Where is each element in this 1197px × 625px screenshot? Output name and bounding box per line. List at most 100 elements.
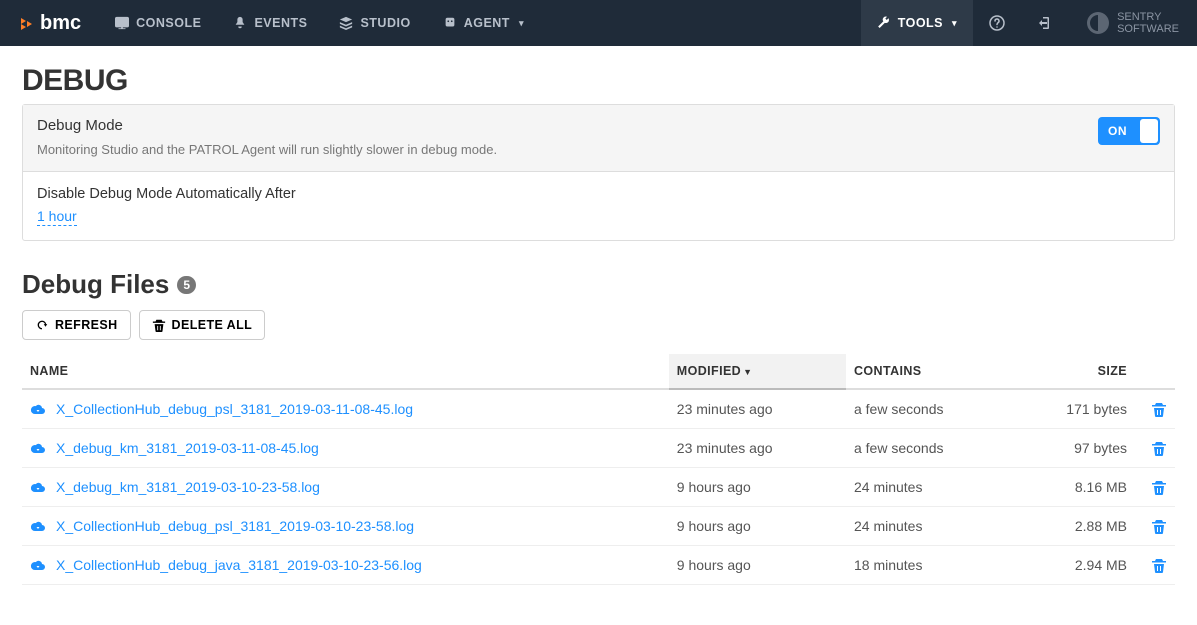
refresh-icon [35, 318, 49, 332]
logout-icon [1037, 15, 1053, 31]
nav-right: TOOLS ▾ SENTRY SOFTWARE [861, 0, 1197, 46]
bmc-logo-icon [18, 13, 34, 33]
col-size-header[interactable]: SIZE [1013, 354, 1135, 389]
table-row: X_CollectionHub_debug_psl_3181_2019-03-1… [22, 507, 1175, 546]
file-link[interactable]: X_CollectionHub_debug_java_3181_2019-03-… [56, 557, 422, 573]
debug-files-heading: Debug Files 5 [22, 269, 1175, 300]
sentry-logo-icon [1087, 12, 1109, 34]
delete-file-button[interactable] [1151, 440, 1167, 456]
download-icon[interactable] [30, 479, 46, 495]
auto-disable-label: Disable Debug Mode Automatically After [37, 186, 1160, 202]
delete-file-button[interactable] [1151, 479, 1167, 495]
bell-icon [233, 16, 247, 30]
layers-icon [339, 16, 353, 30]
brand-logo-text: bmc [40, 12, 81, 35]
nav-agent[interactable]: AGENT ▾ [427, 16, 540, 30]
file-modified-cell: 9 hours ago [669, 468, 846, 507]
debug-mode-toggle[interactable]: ON [1098, 117, 1160, 145]
page-body: DEBUG Debug Mode Monitoring Studio and t… [0, 46, 1197, 625]
nav-item-label: AGENT [464, 16, 510, 30]
table-row: X_debug_km_3181_2019-03-11-08-45.log 23 m… [22, 429, 1175, 468]
delete-file-button[interactable] [1151, 518, 1167, 534]
download-icon[interactable] [30, 518, 46, 534]
chevron-down-icon: ▾ [519, 18, 524, 29]
table-row: X_CollectionHub_debug_psl_3181_2019-03-1… [22, 389, 1175, 429]
refresh-button[interactable]: REFRESH [22, 310, 131, 340]
page-title: DEBUG [22, 64, 1175, 98]
col-modified-header[interactable]: MODIFIED▼ [669, 354, 846, 389]
nav-tools-label: TOOLS [898, 16, 943, 30]
nav-studio[interactable]: STUDIO [323, 16, 426, 30]
file-name-cell: X_debug_km_3181_2019-03-10-23-58.log [22, 468, 669, 507]
file-action-cell [1135, 507, 1175, 546]
file-size-cell: 2.88 MB [1013, 507, 1135, 546]
brand-logo[interactable]: bmc [0, 12, 99, 35]
debug-files-table: NAME MODIFIED▼ CONTAINS SIZE X_Collectio… [22, 354, 1175, 585]
file-modified-cell: 9 hours ago [669, 507, 846, 546]
chevron-down-icon: ▾ [952, 18, 957, 29]
file-link[interactable]: X_CollectionHub_debug_psl_3181_2019-03-1… [56, 401, 413, 417]
vendor-line1: SENTRY [1117, 11, 1179, 23]
delete-all-button-label: DELETE ALL [172, 318, 253, 332]
file-name-cell: X_CollectionHub_debug_psl_3181_2019-03-1… [22, 507, 669, 546]
file-contains-cell: 24 minutes [846, 507, 1013, 546]
robot-icon [443, 16, 457, 30]
download-icon[interactable] [30, 557, 46, 573]
file-contains-cell: a few seconds [846, 389, 1013, 429]
file-size-cell: 2.94 MB [1013, 546, 1135, 585]
debug-mode-toggle-label: ON [1098, 124, 1127, 138]
col-contains-header[interactable]: CONTAINS [846, 354, 1013, 389]
sort-desc-icon: ▼ [743, 367, 752, 377]
vendor-brand: SENTRY SOFTWARE [1069, 0, 1197, 46]
file-size-cell: 97 bytes [1013, 429, 1135, 468]
file-modified-cell: 23 minutes ago [669, 389, 846, 429]
nav-item-label: CONSOLE [136, 16, 201, 30]
col-name-header[interactable]: NAME [22, 354, 669, 389]
file-size-cell: 171 bytes [1013, 389, 1135, 429]
file-modified-cell: 23 minutes ago [669, 429, 846, 468]
delete-file-button[interactable] [1151, 401, 1167, 417]
file-name-cell: X_debug_km_3181_2019-03-11-08-45.log [22, 429, 669, 468]
auto-disable-value[interactable]: 1 hour [37, 208, 77, 226]
debug-mode-panel: Debug Mode Monitoring Studio and the PAT… [22, 104, 1175, 241]
nav-console[interactable]: CONSOLE [99, 16, 217, 30]
file-modified-cell: 9 hours ago [669, 546, 846, 585]
debug-files-actions: REFRESH DELETE ALL [22, 310, 1175, 340]
file-action-cell [1135, 389, 1175, 429]
file-action-cell [1135, 546, 1175, 585]
file-name-cell: X_CollectionHub_debug_java_3181_2019-03-… [22, 546, 669, 585]
nav-left: bmc CONSOLE EVENTS STUDIO AGENT ▾ [0, 0, 540, 46]
debug-mode-body: Disable Debug Mode Automatically After 1… [23, 172, 1174, 240]
file-size-cell: 8.16 MB [1013, 468, 1135, 507]
nav-logout[interactable] [1021, 0, 1069, 46]
debug-mode-heading: Debug Mode [37, 117, 1098, 134]
wrench-icon [877, 16, 891, 30]
nav-tools[interactable]: TOOLS ▾ [861, 0, 973, 46]
top-navbar: bmc CONSOLE EVENTS STUDIO AGENT ▾ TOOLS ▾ SE… [0, 0, 1197, 46]
debug-files-count: 5 [177, 276, 196, 294]
file-contains-cell: 24 minutes [846, 468, 1013, 507]
nav-help[interactable] [973, 0, 1021, 46]
toggle-knob [1140, 119, 1158, 143]
col-action-header [1135, 354, 1175, 389]
file-contains-cell: a few seconds [846, 429, 1013, 468]
file-link[interactable]: X_debug_km_3181_2019-03-10-23-58.log [56, 479, 320, 495]
nav-item-label: EVENTS [254, 16, 307, 30]
trash-icon [152, 318, 166, 332]
table-row: X_CollectionHub_debug_java_3181_2019-03-… [22, 546, 1175, 585]
file-action-cell [1135, 468, 1175, 507]
file-action-cell [1135, 429, 1175, 468]
monitor-icon [115, 16, 129, 30]
file-link[interactable]: X_debug_km_3181_2019-03-11-08-45.log [56, 440, 319, 456]
debug-mode-header: Debug Mode Monitoring Studio and the PAT… [23, 105, 1174, 172]
delete-file-button[interactable] [1151, 557, 1167, 573]
delete-all-button[interactable]: DELETE ALL [139, 310, 266, 340]
download-icon[interactable] [30, 440, 46, 456]
file-link[interactable]: X_CollectionHub_debug_psl_3181_2019-03-1… [56, 518, 414, 534]
file-contains-cell: 18 minutes [846, 546, 1013, 585]
refresh-button-label: REFRESH [55, 318, 118, 332]
debug-files-heading-text: Debug Files [22, 269, 169, 300]
download-icon[interactable] [30, 401, 46, 417]
help-icon [989, 15, 1005, 31]
nav-events[interactable]: EVENTS [217, 16, 323, 30]
